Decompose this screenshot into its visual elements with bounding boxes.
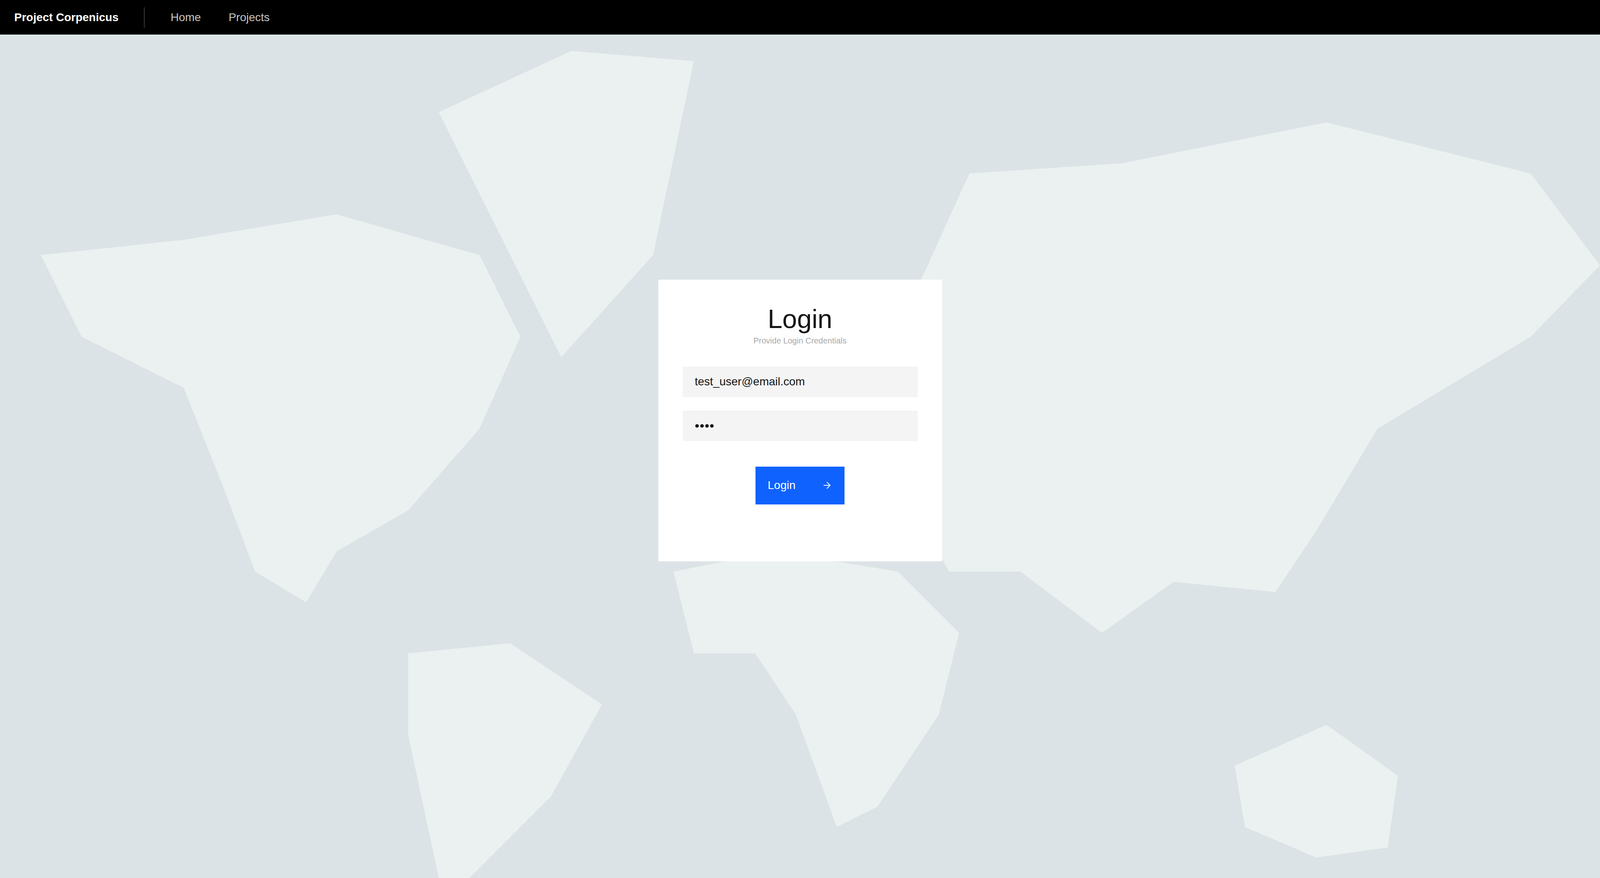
login-button[interactable]: Login (755, 466, 845, 505)
email-input[interactable] (682, 366, 918, 398)
password-input[interactable] (682, 410, 918, 441)
login-form (682, 366, 918, 441)
arrow-right-icon (821, 479, 833, 491)
login-button-label: Login (767, 478, 796, 492)
login-title: Login (767, 303, 833, 335)
login-card: LoginProvide Login CredentialsLogin (658, 279, 943, 562)
main: LoginProvide Login CredentialsLogin (0, 34, 1600, 878)
nav: Home Projects (170, 10, 270, 24)
page: Project CorpenicusHomeProjectsLoginProvi… (0, 0, 1600, 878)
brand[interactable]: Project Corpenicus (14, 10, 119, 24)
nav-item[interactable]: Projects (228, 10, 270, 24)
top-bar: Project Corpenicus Home Projects (0, 0, 1600, 35)
login-subtitle: Provide Login Credentials (753, 336, 847, 346)
divider (143, 7, 145, 28)
nav-item[interactable]: Home (170, 10, 202, 24)
